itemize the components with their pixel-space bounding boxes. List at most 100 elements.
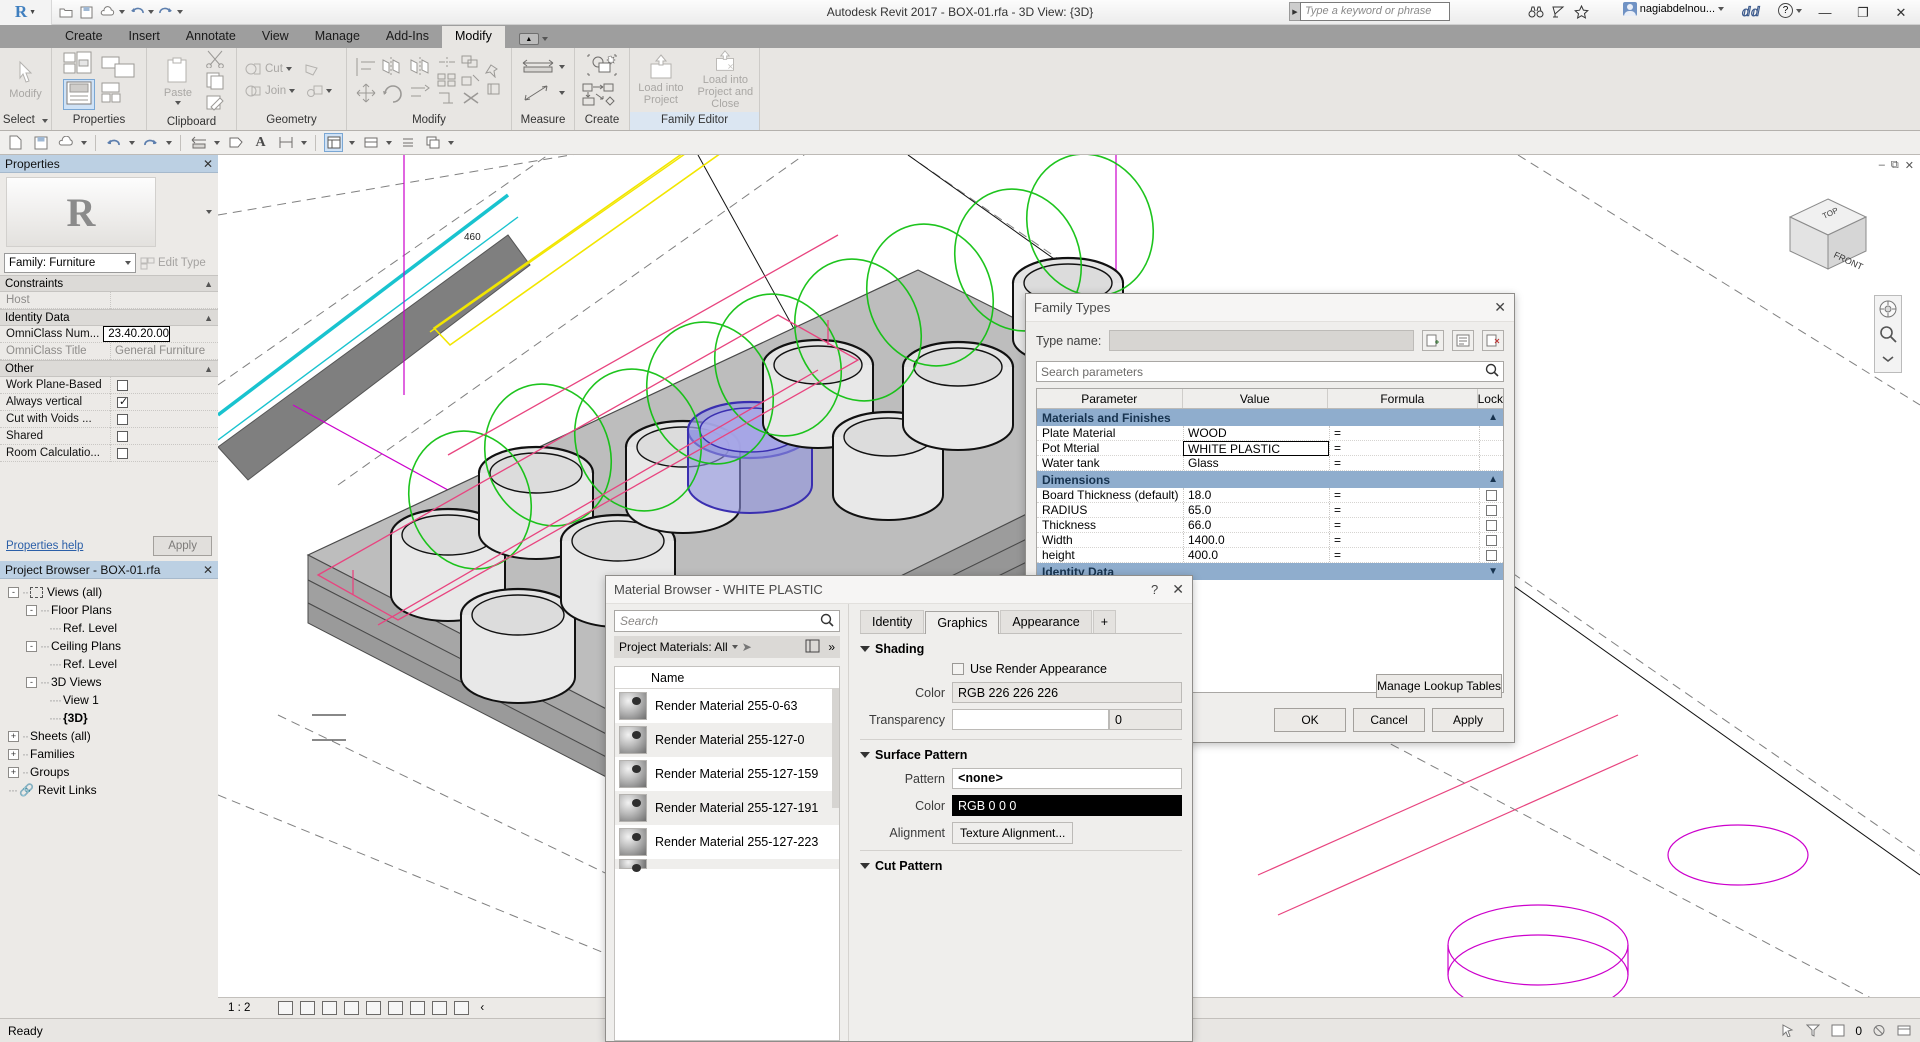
param-value-thickness[interactable]: 66.0 — [1183, 518, 1329, 532]
move-icon[interactable] — [355, 82, 377, 104]
chevron-down-icon[interactable] — [349, 140, 355, 145]
parameter-group-dimensions[interactable]: Dimensions ▲ — [1037, 471, 1503, 488]
star-icon[interactable] — [1573, 2, 1590, 21]
create-group-icon[interactable] — [582, 83, 622, 107]
tab-modify[interactable]: Modify — [442, 26, 505, 48]
family-types-icon[interactable] — [101, 82, 135, 104]
search-dropdown-arrow[interactable]: ▶ — [1289, 2, 1300, 21]
table-row[interactable]: Thickness 66.0 = — [1037, 518, 1503, 533]
param-lock-height[interactable] — [1479, 548, 1503, 562]
checkbox-work-plane-based[interactable] — [117, 379, 128, 391]
manage-lookup-tables-button[interactable]: Manage Lookup Tables — [1376, 674, 1502, 698]
chevron-down-icon[interactable] — [81, 140, 87, 145]
worksets-icon[interactable] — [1896, 1024, 1912, 1038]
tree-node-3d-views[interactable]: - ··· 3D Views — [4, 673, 218, 691]
param-formula-width[interactable]: = — [1329, 533, 1479, 547]
more-options-icon[interactable]: » — [828, 640, 835, 654]
family-type-selector[interactable]: Family: Furniture — [4, 253, 136, 273]
chevron-down-icon[interactable] — [285, 67, 292, 71]
properties-group-constraints[interactable]: Constraints ▲ — [0, 275, 218, 292]
reveal-hidden-elements-icon[interactable] — [454, 1001, 470, 1015]
properties-group-identity-data[interactable]: Identity Data ▲ — [0, 309, 218, 326]
param-value-radius[interactable]: 65.0 — [1183, 503, 1329, 517]
cancel-button[interactable]: Cancel — [1353, 708, 1425, 732]
modify-button[interactable]: Modify — [5, 50, 46, 110]
ribbon-collapse-control[interactable]: ▲ — [518, 33, 548, 45]
checkbox-always-vertical[interactable] — [117, 395, 128, 408]
new-type-icon[interactable] — [1422, 330, 1444, 351]
param-formula-pot-mterial[interactable]: = — [1329, 441, 1479, 455]
property-row-omniclass-title[interactable]: OmniClass Title General Furniture — [0, 342, 218, 360]
list-item[interactable]: Render Material 255-127-223 — [615, 825, 839, 859]
transparency-value[interactable]: 0 — [1109, 709, 1182, 730]
chevron-down-icon[interactable] — [42, 119, 49, 123]
param-lock-plate-material[interactable] — [1479, 426, 1503, 440]
property-value-host[interactable] — [110, 291, 218, 309]
properties-help-link[interactable]: Properties help — [6, 540, 83, 552]
chevron-up-icon[interactable]: ▲ — [204, 313, 213, 323]
undo-toolbar-icon[interactable] — [104, 133, 123, 152]
cloud-save-icon[interactable] — [98, 3, 117, 22]
rotate-icon[interactable] — [381, 82, 405, 104]
visual-style-icon[interactable] — [300, 1001, 316, 1015]
thin-lines-icon[interactable] — [398, 133, 417, 152]
save-icon[interactable] — [77, 3, 96, 22]
revit-logo-button[interactable]: R ▼ — [0, 0, 52, 25]
close-icon[interactable]: ✕ — [203, 157, 213, 171]
apply-button[interactable]: Apply — [1432, 708, 1504, 732]
tree-node-view-1[interactable]: ···· View 1 — [4, 691, 218, 709]
tree-node-families[interactable]: + ·· Families — [4, 745, 218, 763]
tree-node-floor-plans[interactable]: - ··· Floor Plans — [4, 601, 218, 619]
tab-appearance[interactable]: Appearance — [1000, 610, 1092, 633]
help-search[interactable]: ▶ Type a keyword or phrase — [1289, 2, 1450, 21]
copy-icon[interactable] — [205, 72, 225, 90]
checkbox-cut-with-voids[interactable] — [117, 413, 128, 425]
view-cube[interactable]: TOP FRONT — [1784, 195, 1872, 280]
param-value-plate-material[interactable]: WOOD — [1183, 426, 1329, 440]
lock-checkbox[interactable] — [1486, 489, 1497, 501]
list-item[interactable]: Render Material 255-0-63 — [615, 689, 839, 723]
list-view-toggle-icon[interactable] — [805, 639, 820, 656]
redo-toolbar-icon[interactable] — [141, 133, 160, 152]
chevron-down-icon[interactable] — [214, 140, 220, 145]
table-row[interactable]: Board Thickness (default) 18.0 = — [1037, 488, 1503, 503]
param-value-width[interactable]: 1400.0 — [1183, 533, 1329, 547]
table-row[interactable]: Plate Material WOOD = — [1037, 426, 1503, 441]
tree-node-revit-links[interactable]: ··· 🔗 Revit Links — [4, 781, 218, 799]
cut-scissors-icon[interactable] — [205, 50, 225, 68]
param-formula-thickness[interactable]: = — [1329, 518, 1479, 532]
join-button[interactable]: Join — [245, 84, 333, 99]
edit-type-button[interactable]: Edit Type — [140, 257, 206, 270]
param-formula-height[interactable]: = — [1329, 548, 1479, 562]
zoom-icon[interactable] — [1878, 324, 1898, 344]
chevron-up-icon[interactable]: ▲ — [204, 364, 213, 374]
close-icon[interactable]: ✕ — [203, 563, 213, 577]
type-properties-icon[interactable] — [63, 51, 93, 75]
unpin-icon[interactable] — [485, 82, 503, 96]
param-formula-radius[interactable]: = — [1329, 503, 1479, 517]
table-row[interactable]: Pot Mterial WHITE PLASTIC = — [1037, 441, 1503, 456]
chevron-down-icon[interactable] — [175, 101, 181, 105]
properties-group-other[interactable]: Other ▲ — [0, 360, 218, 377]
chevron-down-icon[interactable] — [559, 90, 565, 95]
chevron-down-icon[interactable] — [1796, 8, 1802, 13]
tree-node-sheets-all[interactable]: + ·· Sheets (all) — [4, 727, 218, 745]
tab-create[interactable]: Create — [52, 26, 116, 48]
measure-toolbar-icon[interactable] — [189, 133, 208, 152]
trim-extend-icon[interactable] — [409, 82, 433, 104]
split-face-icon[interactable] — [306, 84, 323, 99]
panel-title-select[interactable]: Select — [0, 112, 51, 130]
expander-icon[interactable]: - — [26, 604, 37, 616]
new-file-icon[interactable] — [6, 133, 25, 152]
chevron-down-icon[interactable] — [125, 261, 131, 265]
autodesk-exchange-icon[interactable]: ⅆⅆ — [1742, 4, 1760, 20]
section-box-icon[interactable] — [361, 133, 380, 152]
tree-node-ceiling-plans-ref-level[interactable]: ···· Ref. Level — [4, 655, 218, 673]
tab-insert[interactable]: Insert — [116, 26, 173, 48]
param-lock-water-tank[interactable] — [1479, 456, 1503, 470]
demolish-icon[interactable] — [303, 62, 320, 77]
column-header-formula[interactable]: Formula — [1328, 389, 1478, 408]
surface-pattern-field[interactable]: <none> — [952, 768, 1182, 789]
expander-icon[interactable]: + — [8, 748, 19, 760]
material-filter-row[interactable]: Project Materials: All ➤ » — [614, 636, 840, 658]
